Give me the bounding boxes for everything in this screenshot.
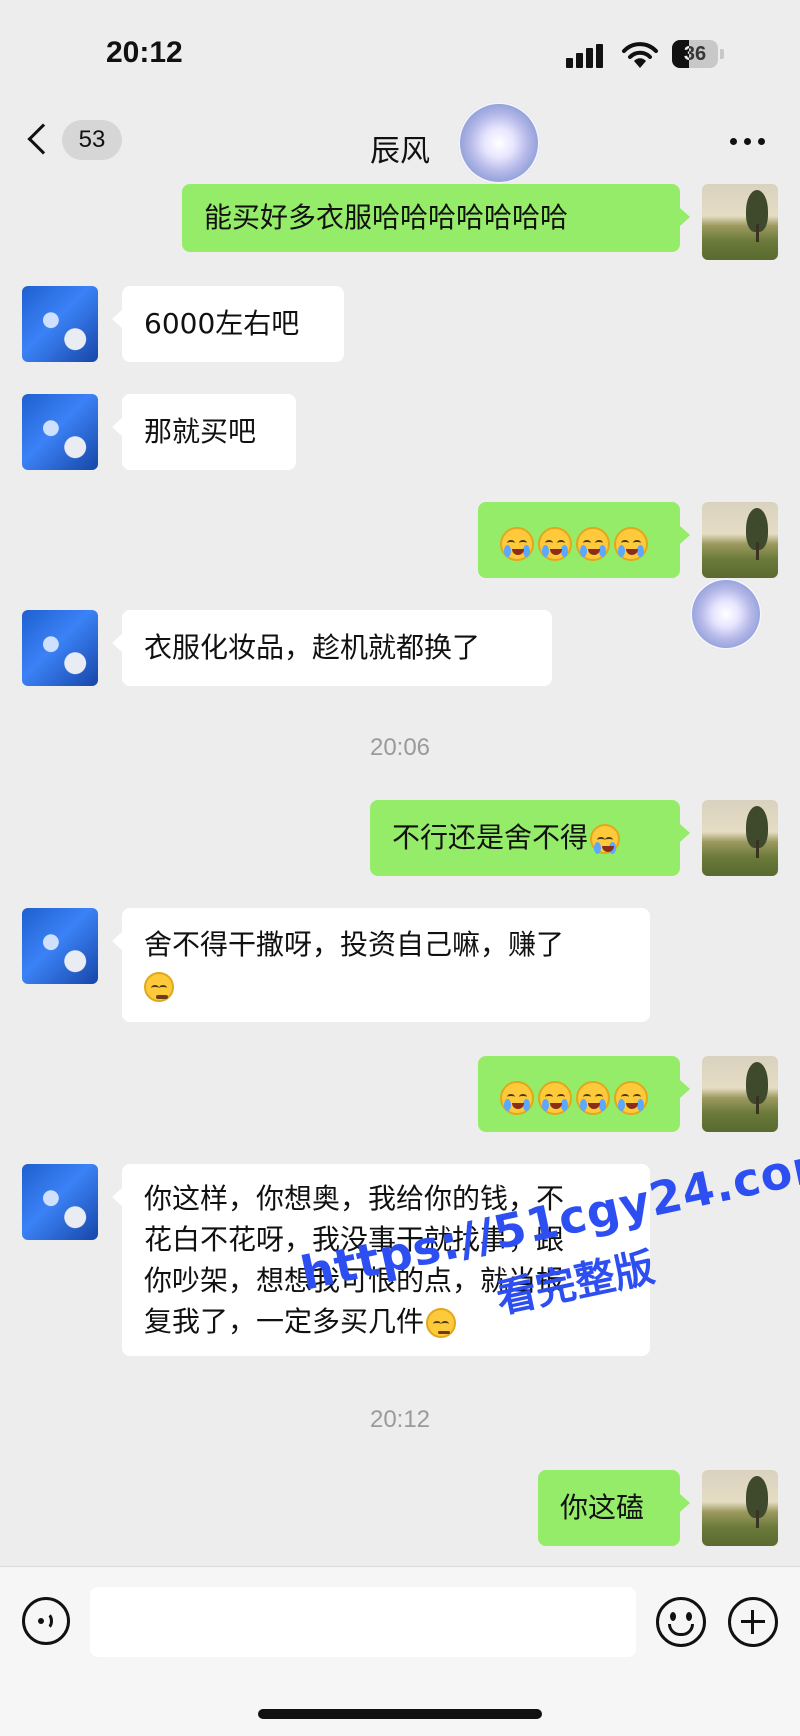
battery-icon: 36 <box>672 40 724 68</box>
message-text: 不行还是舍不得 <box>392 821 589 854</box>
crying-laughing-emoji <box>576 1081 610 1115</box>
contact-avatar[interactable] <box>22 610 98 686</box>
contact-avatar[interactable] <box>22 908 98 984</box>
message-bubble-outgoing[interactable]: 你这磕 <box>538 1470 690 1546</box>
message-text: 能买好多衣服哈哈哈哈哈哈哈 <box>204 201 569 234</box>
status-time: 20:12 <box>106 36 183 69</box>
message-text: 衣服化妆品，趁机就都换了 <box>144 631 481 664</box>
chat-header: 53 辰风 <box>0 100 800 190</box>
my-avatar[interactable] <box>702 1056 778 1132</box>
message-bubble-incoming[interactable]: 那就买吧 <box>112 394 296 470</box>
more-icon[interactable] <box>730 136 770 148</box>
crying-laughing-emoji <box>576 527 610 561</box>
message-bubble-outgoing[interactable] <box>478 502 690 578</box>
my-avatar[interactable] <box>702 1470 778 1546</box>
my-avatar[interactable] <box>702 502 778 578</box>
message-bubble-outgoing[interactable] <box>478 1056 690 1132</box>
message-bubble-outgoing[interactable]: 不行还是舍不得 <box>370 800 690 876</box>
chat-title: 辰风 <box>370 134 430 169</box>
my-avatar[interactable] <box>702 184 778 260</box>
crying-laughing-emoji <box>614 527 648 561</box>
smug-thumb-emoji <box>144 972 174 1002</box>
contact-avatar[interactable] <box>22 1164 98 1240</box>
timestamp: 20:06 <box>369 734 431 761</box>
contact-avatar[interactable] <box>22 286 98 362</box>
back-button[interactable]: 53 <box>24 118 124 166</box>
input-bar <box>0 1566 800 1736</box>
crying-laughing-emoji <box>500 527 534 561</box>
contact-status-avatar[interactable] <box>458 102 540 184</box>
message-input[interactable] <box>90 1587 636 1657</box>
back-chevron-icon <box>27 123 59 155</box>
crying-laughing-emoji <box>614 1081 648 1115</box>
message-text: 那就买吧 <box>144 415 257 448</box>
crying-laughing-emoji <box>590 824 621 854</box>
crying-laughing-emoji <box>538 1081 572 1115</box>
my-avatar[interactable] <box>702 800 778 876</box>
emoji-icon[interactable] <box>656 1597 706 1647</box>
status-bar: 20:12 36 <box>0 0 800 110</box>
crying-laughing-emoji <box>500 1081 534 1115</box>
battery-percent: 36 <box>683 43 707 65</box>
message-bubble-incoming[interactable]: 舍不得干撒呀，投资自己嘛，赚了 <box>112 908 650 1022</box>
voice-icon[interactable] <box>22 1597 70 1645</box>
message-text: 舍不得干撒呀，投资自己嘛，赚了 <box>144 928 565 961</box>
read-receipt-avatar <box>690 578 762 650</box>
message-text: 6000左右吧 <box>144 307 300 340</box>
message-bubble-incoming[interactable]: 衣服化妆品，趁机就都换了 <box>112 610 552 686</box>
message-text: 你这磕 <box>560 1491 645 1524</box>
home-indicator <box>258 1709 542 1719</box>
plus-icon[interactable] <box>728 1597 778 1647</box>
signal-icon <box>566 44 606 68</box>
timestamp: 20:12 <box>369 1406 431 1433</box>
unread-count-badge: 53 <box>62 120 122 160</box>
wifi-icon <box>622 42 658 68</box>
contact-avatar[interactable] <box>22 394 98 470</box>
message-bubble-outgoing[interactable]: 能买好多衣服哈哈哈哈哈哈哈 <box>182 184 690 252</box>
crying-laughing-emoji <box>538 527 572 561</box>
message-bubble-incoming[interactable]: 6000左右吧 <box>112 286 344 362</box>
